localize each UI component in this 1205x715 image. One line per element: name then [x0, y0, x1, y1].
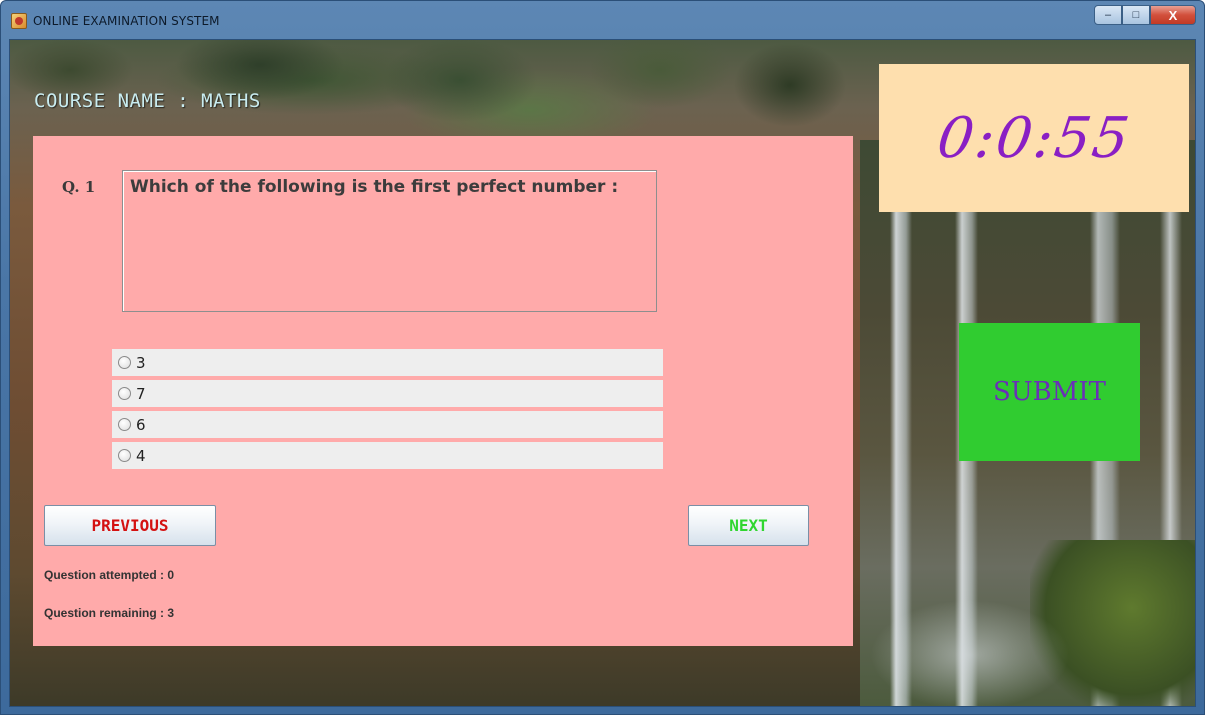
- next-button[interactable]: NEXT: [688, 505, 809, 546]
- question-panel: Q. 1 Which of the following is the first…: [33, 136, 853, 646]
- minimize-icon: –: [1104, 9, 1112, 21]
- background-mist: [870, 600, 1070, 706]
- app-window: ONLINE EXAMINATION SYSTEM – □ X COURSE N…: [0, 0, 1205, 715]
- option-label: 7: [136, 384, 146, 403]
- option-label: 3: [136, 353, 146, 372]
- option-3[interactable]: 6: [112, 411, 663, 438]
- timer-value: 0:0:55: [933, 105, 1135, 171]
- question-text: Which of the following is the first perf…: [130, 177, 619, 197]
- window-title: ONLINE EXAMINATION SYSTEM: [33, 14, 220, 28]
- previous-button[interactable]: PREVIOUS: [44, 505, 216, 546]
- close-button[interactable]: X: [1150, 5, 1196, 25]
- submit-button[interactable]: SUBMIT: [959, 323, 1140, 461]
- option-label: 6: [136, 415, 146, 434]
- option-1[interactable]: 3: [112, 349, 663, 376]
- maximize-icon: □: [1132, 9, 1140, 21]
- option-label: 4: [136, 446, 146, 465]
- question-number: Q. 1: [62, 178, 96, 196]
- minimize-button[interactable]: –: [1094, 5, 1122, 25]
- radio-icon[interactable]: [118, 356, 131, 369]
- title-bar[interactable]: ONLINE EXAMINATION SYSTEM – □ X: [1, 1, 1204, 39]
- close-icon: X: [1168, 7, 1178, 23]
- countdown-timer: 0:0:55: [879, 64, 1189, 212]
- exam-content-area: COURSE NAME : MATHS Q. 1 Which of the fo…: [9, 39, 1196, 707]
- submit-label: SUBMIT: [992, 377, 1107, 407]
- radio-icon[interactable]: [118, 387, 131, 400]
- option-4[interactable]: 4: [112, 442, 663, 469]
- option-2[interactable]: 7: [112, 380, 663, 407]
- questions-remaining: Question remaining : 3: [44, 606, 175, 620]
- radio-icon[interactable]: [118, 418, 131, 431]
- question-text-box: Which of the following is the first perf…: [122, 170, 657, 312]
- java-app-icon: [11, 13, 27, 29]
- questions-attempted: Question attempted : 0: [44, 568, 175, 582]
- course-name-label: COURSE NAME : MATHS: [34, 90, 261, 112]
- radio-icon[interactable]: [118, 449, 131, 462]
- maximize-button[interactable]: □: [1122, 5, 1150, 25]
- window-controls: – □ X: [1094, 5, 1196, 27]
